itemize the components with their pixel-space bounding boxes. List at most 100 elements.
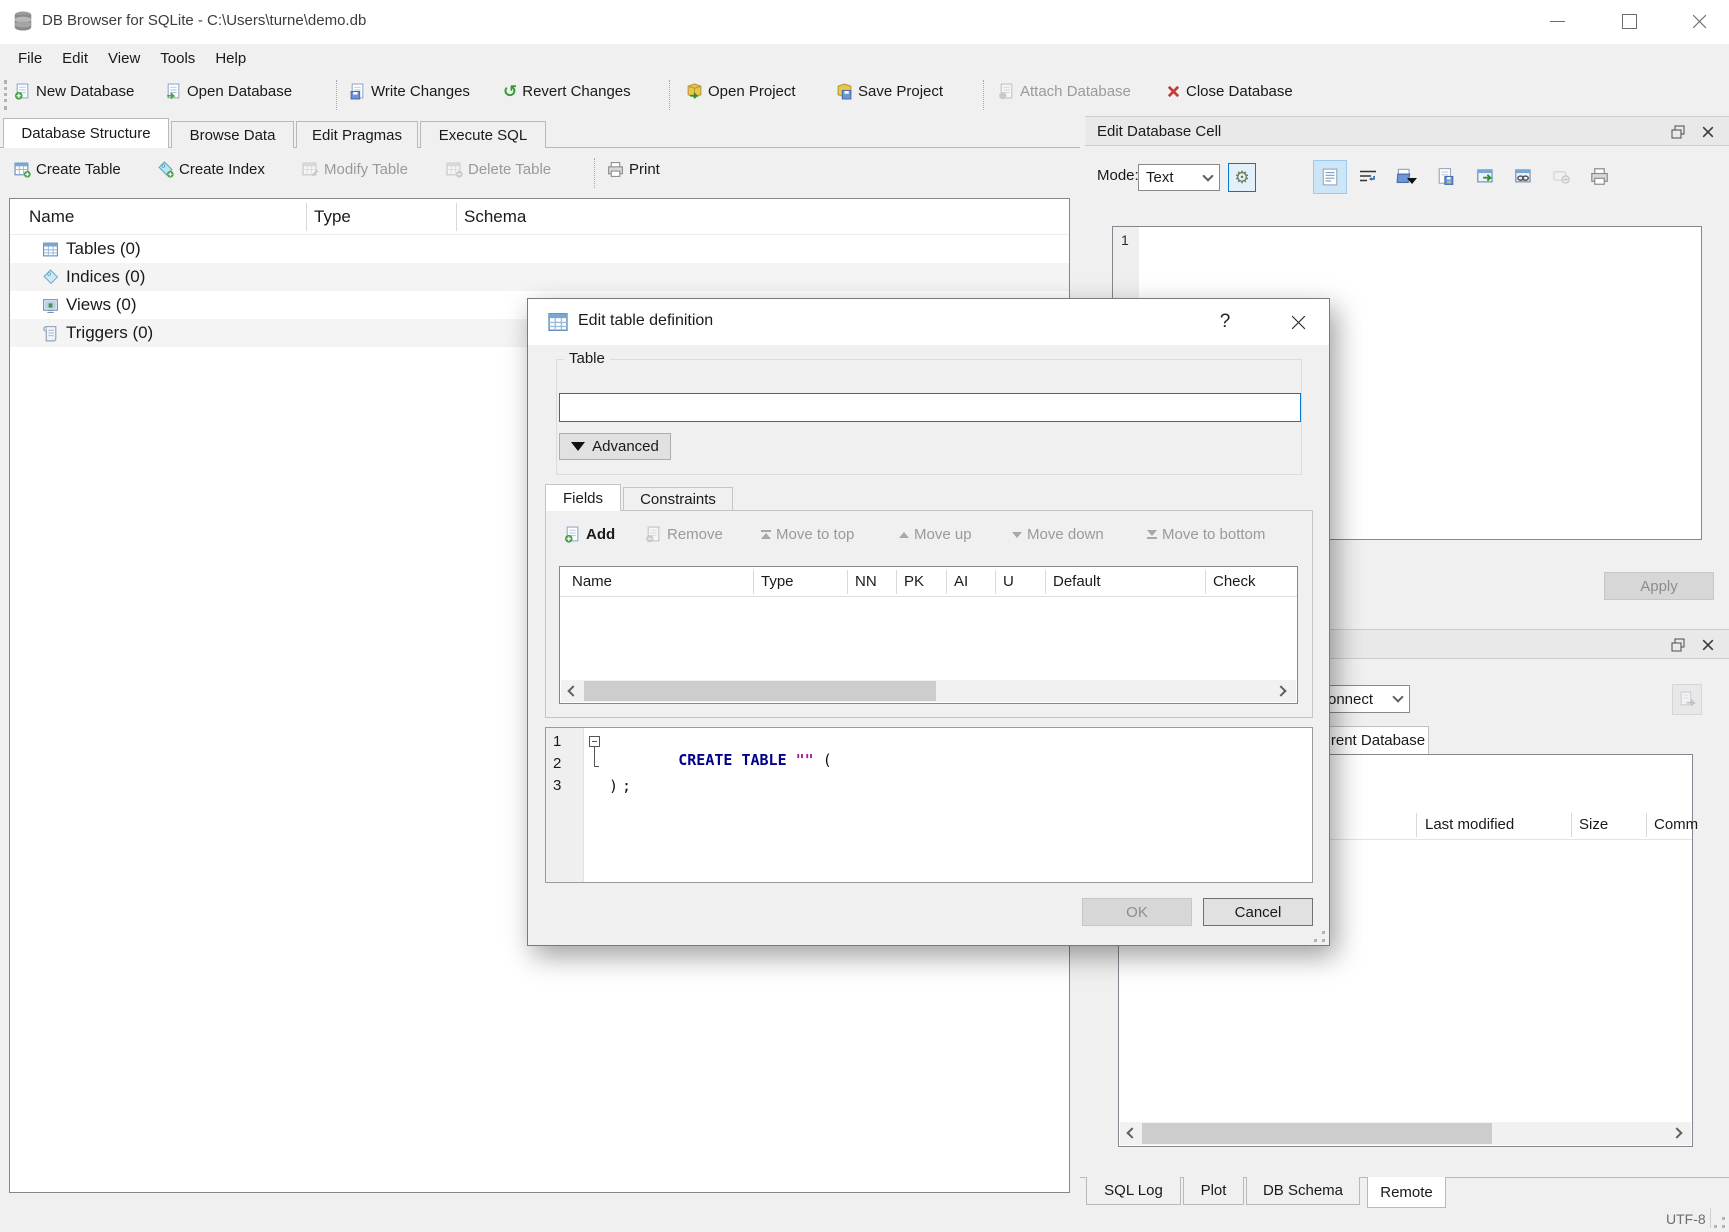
apply-format-button[interactable]: ⚙	[1228, 163, 1256, 192]
column-separator[interactable]	[1646, 813, 1647, 837]
remote-column-last-modified[interactable]: Last modified	[1425, 816, 1514, 833]
remote-hscrollbar-thumb[interactable]	[1142, 1123, 1492, 1144]
fields-grid-hscrollbar-thumb[interactable]	[584, 681, 936, 701]
print-cell-icon-button[interactable]	[1585, 162, 1613, 190]
column-separator[interactable]	[1571, 813, 1572, 837]
menu-view[interactable]: View	[98, 50, 150, 67]
scroll-right-icon[interactable]	[1671, 1127, 1682, 1138]
import-data-icon-button[interactable]	[1391, 162, 1419, 190]
move-down-button[interactable]: Move down	[1012, 526, 1104, 543]
toolbar-grip[interactable]	[4, 80, 7, 110]
menu-help[interactable]: Help	[205, 50, 256, 67]
menu-file[interactable]: File	[8, 50, 52, 67]
tree-column-name[interactable]: Name	[29, 207, 74, 227]
column-separator[interactable]	[1205, 570, 1206, 594]
write-changes-button[interactable]: Write Changes	[349, 83, 470, 100]
tree-row-tables[interactable]: Tables (0)	[10, 235, 1069, 263]
add-field-button[interactable]: Add	[564, 526, 615, 543]
text-mode-icon-button[interactable]	[1313, 160, 1347, 194]
new-database-button[interactable]: New Database	[14, 83, 134, 100]
float-panel-icon[interactable]	[1670, 124, 1686, 140]
column-separator[interactable]	[946, 570, 947, 594]
scroll-left-icon[interactable]	[567, 685, 578, 696]
close-panel-icon[interactable]	[1701, 638, 1715, 652]
remote-hscrollbar[interactable]	[1120, 1122, 1691, 1145]
menu-edit[interactable]: Edit	[52, 50, 98, 67]
column-separator[interactable]	[306, 203, 307, 231]
export-data-icon-button[interactable]	[1433, 162, 1459, 190]
column-separator[interactable]	[456, 203, 457, 231]
dialog-tab-constraints[interactable]: Constraints	[623, 487, 733, 511]
scroll-right-icon[interactable]	[1275, 685, 1286, 696]
encoding-indicator[interactable]: UTF-8	[1666, 1211, 1706, 1227]
remote-column-commit[interactable]: Comm	[1654, 816, 1698, 833]
ok-button[interactable]: OK	[1082, 898, 1192, 926]
scroll-left-icon[interactable]	[1126, 1127, 1137, 1138]
open-project-button[interactable]: Open Project	[686, 83, 796, 100]
revert-changes-button[interactable]: ↺ Revert Changes	[503, 83, 631, 100]
column-separator[interactable]	[753, 570, 754, 594]
column-separator[interactable]	[995, 570, 996, 594]
tab-browse-data[interactable]: Browse Data	[171, 121, 294, 148]
word-wrap-icon-button[interactable]	[1355, 164, 1381, 190]
grid-column-check[interactable]: Check	[1213, 573, 1256, 590]
link-icon-button[interactable]	[1509, 162, 1537, 190]
maximize-button[interactable]	[1598, 0, 1660, 44]
import-dropdown-arrow[interactable]	[1407, 184, 1417, 202]
grid-column-type[interactable]: Type	[761, 573, 794, 590]
dialog-help-button[interactable]: ?	[1202, 299, 1248, 345]
open-database-button[interactable]: Open Database	[165, 83, 292, 100]
grid-column-pk[interactable]: PK	[904, 573, 924, 590]
tab-sql-log[interactable]: SQL Log	[1086, 1177, 1181, 1205]
dialog-resize-grip-icon[interactable]	[1314, 931, 1326, 943]
close-panel-icon[interactable]	[1701, 125, 1715, 139]
dialog-tab-fields[interactable]: Fields	[545, 484, 621, 511]
delete-table-button[interactable]: Delete Table	[446, 161, 551, 178]
menu-tools[interactable]: Tools	[150, 50, 205, 67]
column-separator[interactable]	[1416, 813, 1417, 837]
grid-column-default[interactable]: Default	[1053, 573, 1101, 590]
grid-column-ai[interactable]: AI	[954, 573, 968, 590]
float-panel-icon[interactable]	[1670, 637, 1686, 653]
column-separator[interactable]	[896, 570, 897, 594]
table-name-input[interactable]	[559, 393, 1301, 422]
tree-column-schema[interactable]: Schema	[464, 207, 526, 227]
tab-database-structure[interactable]: Database Structure	[3, 118, 169, 148]
grid-column-u[interactable]: U	[1003, 573, 1014, 590]
advanced-toggle-button[interactable]: Advanced	[559, 433, 671, 460]
grid-column-nn[interactable]: NN	[855, 573, 877, 590]
tab-execute-sql[interactable]: Execute SQL	[420, 121, 546, 148]
column-separator[interactable]	[1045, 570, 1046, 594]
tree-row-indices[interactable]: Indices (0)	[10, 263, 1069, 291]
save-project-button[interactable]: Save Project	[836, 83, 943, 100]
dialog-close-button[interactable]	[1272, 299, 1324, 345]
fold-marker-icon[interactable]	[589, 736, 600, 747]
apply-button[interactable]: Apply	[1604, 572, 1714, 600]
remove-field-button[interactable]: Remove	[645, 526, 723, 543]
remote-current-database-tab[interactable]: rent Database	[1327, 726, 1429, 754]
tab-remote[interactable]: Remote	[1367, 1177, 1446, 1208]
attach-database-button[interactable]: Attach Database	[998, 83, 1131, 100]
remote-column-size[interactable]: Size	[1579, 816, 1608, 833]
create-table-button[interactable]: Create Table	[14, 161, 121, 178]
close-database-button[interactable]: Close Database	[1166, 83, 1293, 100]
mode-select[interactable]: Text	[1138, 164, 1220, 191]
tab-plot[interactable]: Plot	[1183, 1177, 1244, 1205]
move-to-bottom-button[interactable]: Move to bottom	[1147, 526, 1265, 543]
resize-grip-icon[interactable]	[1714, 1217, 1726, 1229]
set-null-icon-button[interactable]	[1547, 162, 1575, 190]
grid-column-name[interactable]: Name	[572, 573, 612, 590]
connect-select[interactable]: onnect	[1320, 685, 1410, 713]
open-in-external-icon-button[interactable]	[1471, 162, 1499, 190]
fields-grid-hscrollbar[interactable]	[561, 680, 1296, 702]
sql-preview[interactable]: 1 2 3 CREATE TABLE "" ( );	[545, 727, 1313, 883]
column-separator[interactable]	[847, 570, 848, 594]
print-button[interactable]: Print	[607, 161, 660, 178]
tab-edit-pragmas[interactable]: Edit Pragmas	[296, 121, 418, 148]
modify-table-button[interactable]: Modify Table	[302, 161, 408, 178]
push-database-button[interactable]	[1672, 684, 1702, 715]
minimize-button[interactable]	[1526, 0, 1588, 44]
tab-db-schema[interactable]: DB Schema	[1246, 1177, 1360, 1205]
cancel-button[interactable]: Cancel	[1203, 898, 1313, 926]
create-index-button[interactable]: Create Index	[157, 161, 265, 178]
